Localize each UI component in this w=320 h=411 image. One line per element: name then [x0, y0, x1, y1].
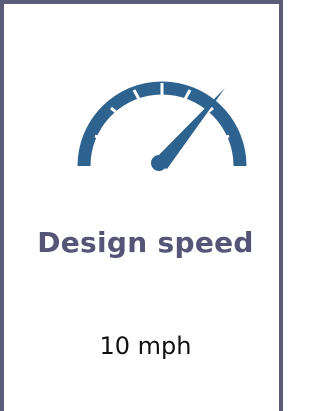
metric-value: 10 mph	[99, 332, 192, 360]
speedometer-icon	[77, 81, 247, 171]
metric-title: Design speed	[37, 226, 254, 259]
design-speed-card: Design speed 10 mph	[0, 0, 283, 411]
